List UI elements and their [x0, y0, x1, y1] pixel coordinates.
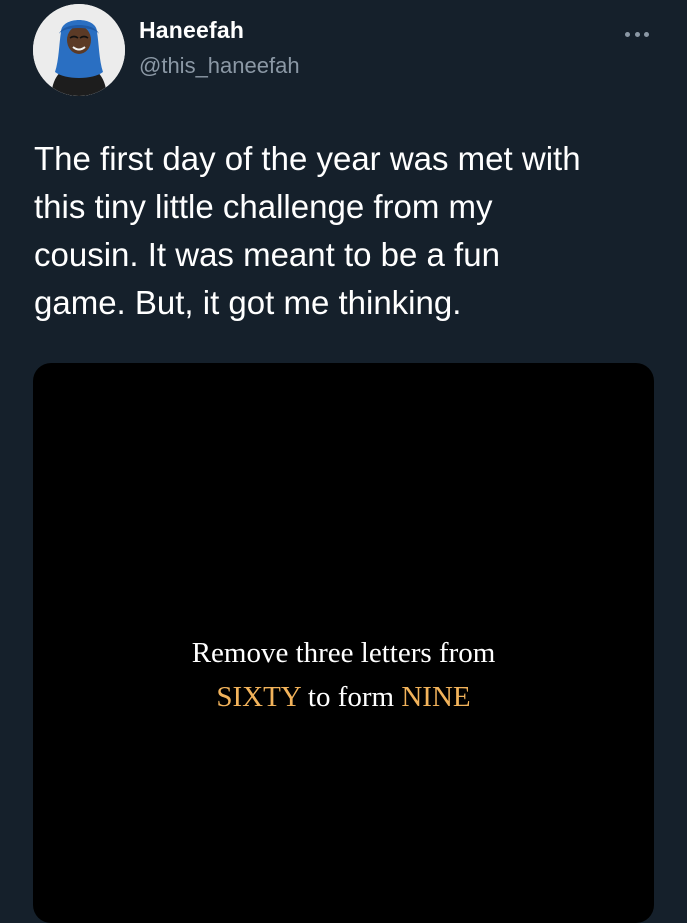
author-handle[interactable]: @this_haneefah [139, 53, 300, 79]
puzzle-word-sixty: SIXTY [216, 681, 301, 713]
avatar-image [33, 4, 125, 96]
tweet-text-line: cousin. It was meant to be a fun [34, 236, 500, 273]
dot-icon [634, 31, 640, 37]
tweet-text-line: this tiny little challenge from my [34, 188, 493, 225]
tweet-media-image[interactable]: Remove three letters from SIXTY to form … [33, 363, 654, 923]
more-horizontal-icon [625, 31, 649, 37]
tweet-text-line: The first day of the year was met with [34, 140, 581, 177]
dot-icon [625, 31, 630, 37]
puzzle-line-2: SIXTY to form NINE [33, 675, 654, 719]
puzzle-word-nine: NINE [401, 681, 471, 713]
tweet: Haneefah @this_haneefah The first day of… [0, 0, 687, 923]
dot-icon [644, 31, 649, 37]
puzzle-middle-text: to form [300, 681, 402, 713]
puzzle-line-1: Remove three letters from [191, 637, 496, 669]
author-avatar[interactable] [33, 4, 125, 96]
tweet-text-line: game. But, it got me thinking. [34, 284, 462, 321]
tweet-text: The first day of the year was met with t… [34, 135, 664, 327]
more-options-button[interactable] [620, 22, 654, 46]
author-display-name[interactable]: Haneefah [139, 17, 244, 44]
puzzle-text: Remove three letters from SIXTY to form … [33, 631, 654, 719]
